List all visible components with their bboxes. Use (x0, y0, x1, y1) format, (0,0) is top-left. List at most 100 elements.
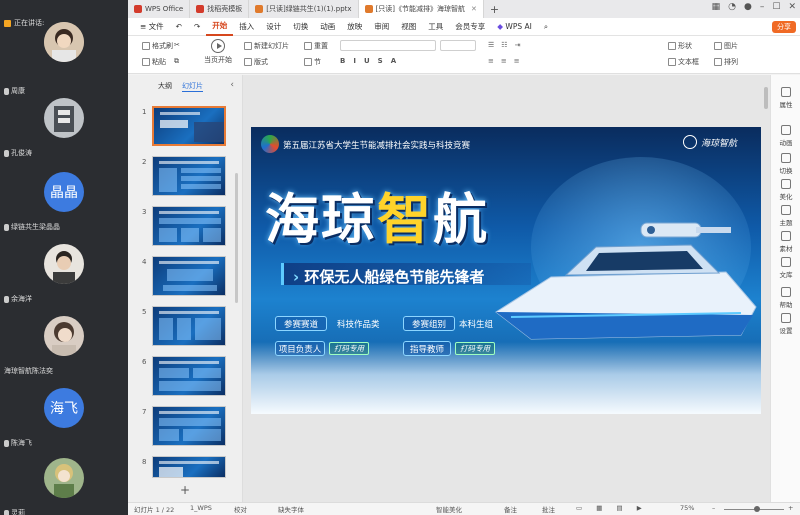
side-theme[interactable]: 主题 (771, 205, 800, 227)
reading-view-icon[interactable]: ▤ (616, 504, 628, 512)
font-size-select[interactable] (440, 40, 476, 51)
slide-1-cover[interactable]: 第五届江苏省大学生节能减排社会实践与科技竞赛 海琼智航 海琼智航 › 环保无人船… (251, 127, 761, 414)
paste-button[interactable]: 粘贴 (142, 57, 166, 67)
proof-button[interactable]: 校对 (234, 504, 247, 514)
picture-button[interactable]: 图片 (714, 41, 738, 51)
font-name-select[interactable] (340, 40, 436, 51)
zoom-level[interactable]: 75% (680, 504, 694, 512)
participant-tile[interactable]: 孔俊涛 (0, 92, 128, 162)
theme-name[interactable]: 1_WPS (190, 504, 212, 512)
strike-icon[interactable]: S (378, 57, 389, 65)
side-help[interactable]: 帮助 (771, 287, 800, 309)
slide-thumbnail[interactable] (152, 156, 226, 196)
menu-home[interactable]: 开始 (206, 18, 234, 36)
copy-icon[interactable]: ⧉ (174, 57, 179, 66)
arrange-button[interactable]: 排列 (714, 57, 738, 67)
indent-icon[interactable]: ⇥ (515, 41, 526, 49)
slideshow-play-icon[interactable]: ▶ (637, 504, 648, 512)
menu-tools[interactable]: 工具 (422, 18, 449, 36)
new-slide-button[interactable]: 新建幻灯片 (244, 41, 289, 51)
slide-thumbnail[interactable] (152, 206, 226, 246)
menu-view[interactable]: 视图 (395, 18, 422, 36)
avatar-icon[interactable]: ● (744, 2, 752, 12)
menu-review[interactable]: 审阅 (368, 18, 395, 36)
tab-slides[interactable]: 幻灯片 (182, 81, 203, 92)
side-properties[interactable]: 属性 (771, 87, 800, 109)
add-slide-button[interactable]: + (180, 483, 190, 497)
align-right-icon[interactable]: ≡ (514, 57, 525, 65)
slide-thumbnail[interactable] (152, 456, 226, 478)
participant-tile[interactable]: 海琼智航陈法奕 (0, 310, 128, 380)
play-from-current-button[interactable]: 当页开始 (204, 39, 232, 65)
cut-icon[interactable]: ✂ (174, 41, 180, 49)
zoom-slider-handle[interactable] (754, 506, 760, 512)
menu-design[interactable]: 设计 (260, 18, 287, 36)
menu-transition[interactable]: 切换 (287, 18, 314, 36)
menu-file[interactable]: ≡ 文件 (134, 18, 170, 36)
comments-button[interactable]: 批注 (542, 504, 555, 514)
participant-tile[interactable]: 周康 (0, 15, 128, 95)
side-animation[interactable]: 动画 (771, 125, 800, 147)
close-window-icon[interactable]: ✕ (788, 2, 796, 12)
tab-wps-office[interactable]: WPS Office (128, 0, 191, 18)
participant-tile[interactable]: 余海洋 (0, 238, 128, 308)
zoom-out-icon[interactable]: – (712, 504, 715, 512)
italic-icon[interactable]: I (353, 57, 362, 65)
smart-beautify-button[interactable]: 智能美化 (436, 504, 462, 514)
share-button[interactable]: 分享 (772, 21, 796, 33)
menu-slideshow[interactable]: 放映 (341, 18, 368, 36)
align-center-icon[interactable]: ≡ (501, 57, 512, 65)
number-list-icon[interactable]: ☷ (501, 41, 512, 49)
tab-outline[interactable]: 大纲 (158, 81, 172, 92)
undo-icon[interactable]: ↶ (170, 18, 188, 36)
participant-tile[interactable]: 晶晶 绿链共生梁晶晶 (0, 166, 128, 236)
thumbnail-scrollbar[interactable] (235, 173, 238, 303)
side-transition[interactable]: 切换 (771, 153, 800, 175)
tab-document-1[interactable]: [只读]绿链共生(1)(1).pptx (249, 0, 359, 18)
slide-thumbnail[interactable] (152, 106, 226, 146)
font-color-icon[interactable]: A (391, 57, 402, 65)
side-assets[interactable]: 素材 (771, 231, 800, 253)
section-button[interactable]: 节 (304, 57, 321, 67)
menu-insert[interactable]: 插入 (233, 18, 260, 36)
play-icon (211, 39, 225, 53)
menu-member[interactable]: 会员专享 (449, 18, 491, 36)
side-settings[interactable]: 设置 (771, 313, 800, 335)
tab-template[interactable]: 找稻壳模板 (190, 0, 250, 18)
bell-icon[interactable]: ◔ (728, 2, 736, 12)
add-tab-button[interactable]: + (484, 3, 505, 16)
textbox-button[interactable]: 文本框 (668, 57, 699, 67)
missing-font-button[interactable]: 缺失字体 (278, 504, 304, 514)
shape-button[interactable]: 形状 (668, 41, 692, 51)
minimize-icon[interactable]: – (760, 2, 765, 12)
format-painter-button[interactable]: 格式刷 (142, 41, 173, 51)
underline-icon[interactable]: U (364, 57, 376, 65)
slide-thumbnail[interactable] (152, 356, 226, 396)
slide-thumbnail[interactable] (152, 406, 226, 446)
tab-document-2[interactable]: [只读]《节能减排》海琼智航 ✕ (358, 0, 484, 18)
chevron-left-icon[interactable]: ‹ (230, 80, 234, 90)
bold-icon[interactable]: B (340, 57, 351, 65)
grid-icon[interactable]: ▦ (712, 2, 721, 12)
zoom-in-icon[interactable]: + (788, 504, 793, 512)
normal-view-icon[interactable]: ▭ (576, 504, 588, 512)
reset-button[interactable]: 重置 (304, 41, 328, 51)
search-icon[interactable]: ⌕ (538, 18, 554, 36)
menu-wps-ai[interactable]: ◆ WPS AI (491, 18, 538, 36)
sorter-view-icon[interactable]: ▦ (596, 504, 608, 512)
notes-button[interactable]: 备注 (504, 504, 517, 514)
participant-tile[interactable]: 灵莉 (0, 450, 128, 515)
close-icon[interactable]: ✕ (471, 5, 477, 13)
menu-animation[interactable]: 动画 (314, 18, 341, 36)
redo-icon[interactable]: ↷ (188, 18, 206, 36)
align-left-icon[interactable]: ≡ (488, 57, 499, 65)
side-beautify[interactable]: 美化 (771, 179, 800, 201)
canvas-scrollbar[interactable] (764, 87, 768, 109)
layout-button[interactable]: 版式 (244, 57, 268, 67)
slide-thumbnail[interactable] (152, 256, 226, 296)
bullet-list-icon[interactable]: ☰ (488, 41, 499, 49)
slide-thumbnail[interactable] (152, 306, 226, 346)
side-library[interactable]: 文库 (771, 257, 800, 279)
maximize-icon[interactable]: ☐ (772, 2, 780, 12)
participant-tile[interactable]: 海飞 陈海飞 (0, 382, 128, 452)
